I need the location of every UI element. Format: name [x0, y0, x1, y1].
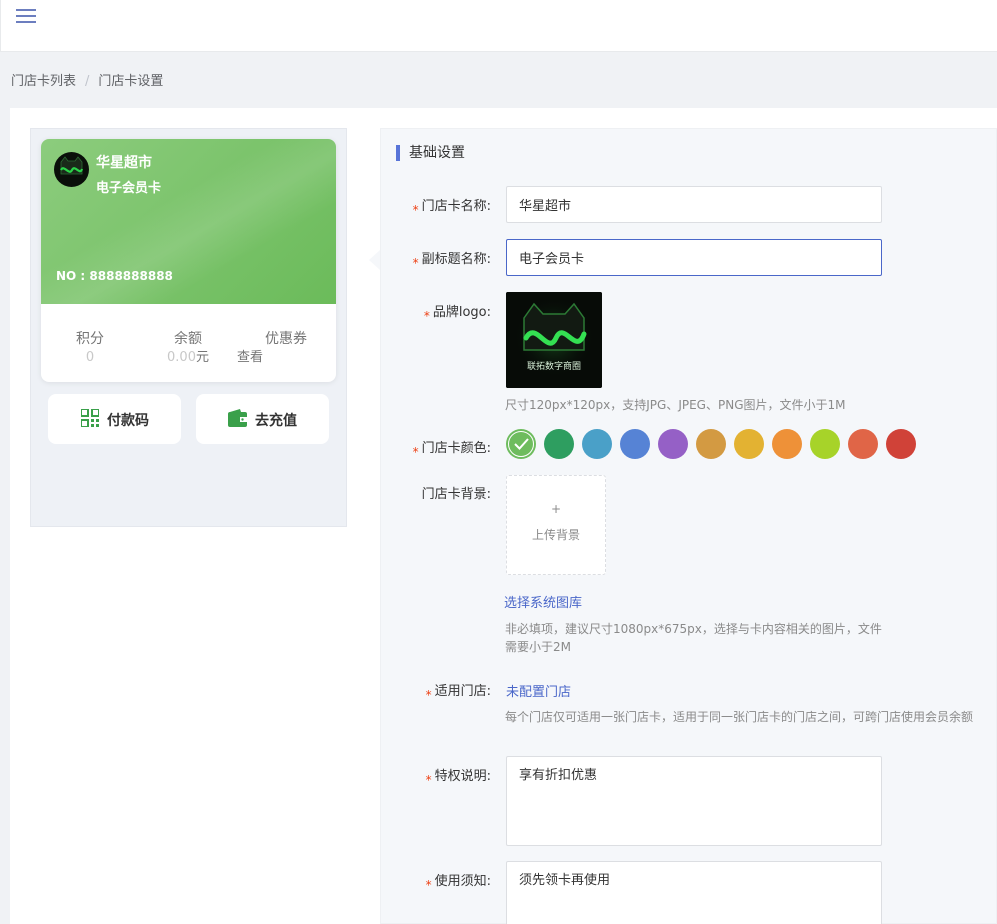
color-swatch[interactable] [810, 429, 840, 459]
brand-logo-image[interactable]: 联拓数字商圈 [506, 292, 602, 388]
color-swatch[interactable] [772, 429, 802, 459]
background-hint-line2: 需要小于2M [505, 640, 571, 654]
stat-balance: 余额 0.00元 [139, 330, 237, 368]
wallet-icon [228, 409, 247, 431]
stat-coupon: 优惠券 查看 [237, 330, 335, 365]
hamburger-menu-icon[interactable] [16, 9, 36, 25]
configure-stores-link[interactable]: 未配置门店 [506, 681, 571, 700]
top-bar [0, 0, 997, 52]
color-swatch[interactable] [696, 429, 726, 459]
logo-text: 联拓数字商圈 [527, 360, 581, 372]
breadcrumb-item-card-settings: 门店卡设置 [98, 74, 164, 89]
color-swatch[interactable] [658, 429, 688, 459]
card-preview-panel: 华星超市 电子会员卡 NO : 8888888888 积分 0 余额 0.00元… [30, 128, 347, 527]
card-name-input[interactable] [506, 186, 882, 223]
member-card-preview: 华星超市 电子会员卡 NO : 8888888888 积分 0 余额 0.00元… [41, 139, 336, 382]
required-mark: * [412, 445, 419, 459]
required-mark: * [425, 773, 432, 787]
usage-notice-textarea[interactable]: 须先领卡再使用 [506, 861, 882, 924]
coupon-label: 优惠券 [265, 331, 307, 347]
cat-logo-icon: 联拓数字商圈 [506, 292, 602, 388]
balance-unit: 元 [195, 350, 209, 365]
subtitle-label: * 副标题名称: [412, 252, 491, 270]
upload-background-button[interactable]: + 上传背景 [506, 475, 606, 575]
breadcrumb-item-card-list[interactable]: 门店卡列表 [11, 70, 76, 89]
applicable-stores-label: * 适用门店: [425, 684, 491, 702]
section-title-basic-settings: 基础设置 [396, 145, 465, 161]
card-subtitle: 电子会员卡 [96, 181, 162, 196]
card-background-label: 门店卡背景: [421, 487, 491, 502]
brand-logo-label: * 品牌logo: [423, 305, 491, 323]
qr-code-icon [80, 408, 100, 431]
required-mark: * [412, 256, 419, 270]
color-swatch[interactable] [886, 429, 916, 459]
select-system-gallery-link[interactable]: 选择系统图库 [504, 592, 582, 611]
color-swatch[interactable] [582, 429, 612, 459]
required-mark: * [423, 309, 430, 323]
settings-form-panel: 基础设置 *门店卡名称: *副标题名称: *品牌logo: 联拓数字商圈 [380, 128, 997, 924]
background-hint-line1: 非必填项，建议尺寸1080px*675px，选择与卡内容相关的图片，文件 [505, 622, 882, 636]
required-mark: * [425, 688, 432, 702]
coupon-view-link[interactable]: 查看 [237, 348, 263, 368]
required-mark: * [425, 878, 432, 892]
card-logo [54, 152, 89, 187]
color-swatch[interactable] [544, 429, 574, 459]
main-content: 华星超市 电子会员卡 NO : 8888888888 积分 0 余额 0.00元… [10, 108, 997, 924]
card-number: NO : 8888888888 [56, 269, 173, 283]
color-swatch[interactable] [620, 429, 650, 459]
subtitle-input[interactable] [506, 239, 882, 276]
color-swatch[interactable] [506, 429, 536, 459]
privilege-textarea[interactable]: 享有折扣优惠 [506, 756, 882, 846]
recharge-button[interactable]: 去充值 [196, 394, 329, 444]
balance-label: 余额 [174, 331, 202, 347]
recharge-label: 去充值 [255, 413, 297, 429]
stores-hint: 每个门店仅可适用一张门店卡，适用于同一张门店卡的门店之间，可跨门店使用会员余额 [505, 710, 974, 724]
breadcrumb-separator: / [85, 74, 90, 89]
balance-value-row: 0.00元 [139, 348, 237, 368]
points-value: 0 [85, 350, 95, 365]
logo-hint: 尺寸120px*120px，支持JPG、JPEG、PNG图片，文件小于1M [505, 398, 846, 412]
plus-icon: + [550, 502, 562, 516]
card-header: 华星超市 电子会员卡 NO : 8888888888 [41, 139, 336, 304]
card-name: 华星超市 [96, 155, 152, 171]
check-icon [514, 438, 529, 450]
breadcrumb: 门店卡列表 / 门店卡设置 [11, 70, 163, 89]
color-swatch[interactable] [848, 429, 878, 459]
pay-code-label: 付款码 [107, 413, 149, 429]
usage-notice-label: * 使用须知: [425, 874, 491, 892]
required-mark: * [412, 203, 419, 217]
panel-arrow [369, 250, 380, 270]
card-name-label: * 门店卡名称: [412, 199, 491, 217]
card-stats: 积分 0 余额 0.00元 优惠券 查看 [41, 304, 336, 382]
stat-points: 积分 0 [41, 330, 139, 368]
points-label: 积分 [76, 331, 104, 347]
balance-value: 0.00 [167, 350, 196, 365]
color-swatch[interactable] [734, 429, 764, 459]
upload-background-label: 上传背景 [531, 528, 580, 542]
privilege-label: * 特权说明: [425, 769, 491, 787]
cat-logo-icon [60, 156, 84, 175]
pay-code-button[interactable]: 付款码 [48, 394, 181, 444]
card-color-label: * 门店卡颜色: [412, 441, 491, 459]
